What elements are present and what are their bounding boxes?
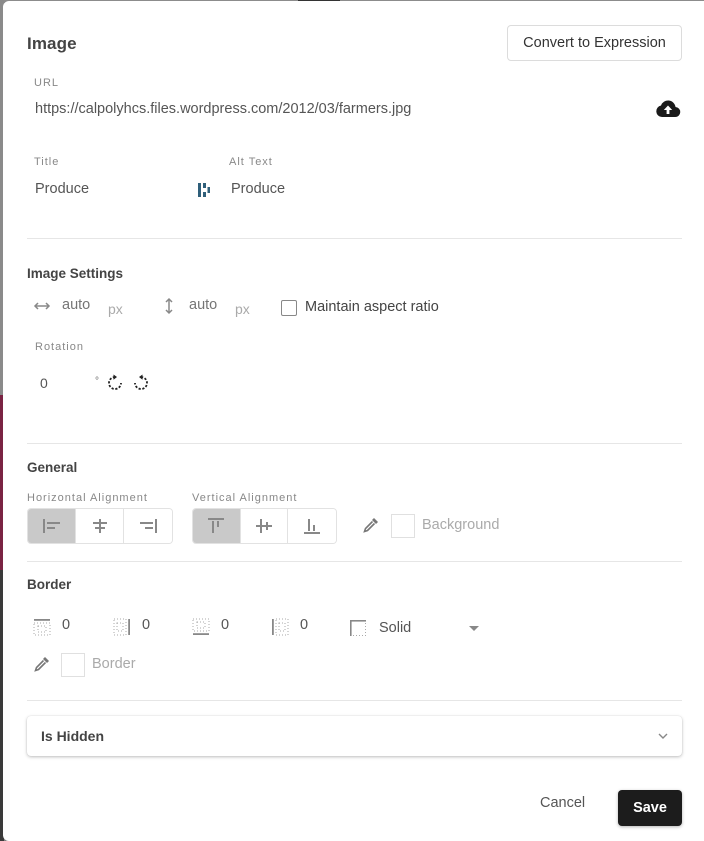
border-left-input[interactable] [300, 617, 330, 633]
border-style-value: Solid [379, 620, 412, 636]
modal-title: Image [27, 34, 77, 53]
border-top-input[interactable] [62, 617, 92, 633]
maintain-aspect-ratio-checkbox[interactable] [281, 300, 297, 316]
url-input[interactable] [35, 101, 635, 117]
rotation-label: Rotation [35, 341, 84, 353]
divider [27, 561, 682, 562]
border-left-icon [272, 618, 289, 636]
vertical-alignment-group [192, 508, 337, 544]
align-left-button[interactable] [28, 509, 76, 543]
is-hidden-panel[interactable]: Is Hidden [27, 716, 682, 756]
height-input[interactable] [189, 297, 229, 313]
align-left-icon [42, 519, 60, 533]
convert-to-expression-button[interactable]: Convert to Expression [507, 25, 682, 61]
border-style-select[interactable]: Solid [349, 615, 489, 641]
width-unit: px [108, 301, 123, 317]
rotate-counterclockwise-icon[interactable] [132, 374, 150, 392]
cloud-upload-icon[interactable] [655, 99, 681, 119]
chevron-down-icon [658, 733, 668, 739]
height-arrows-icon [165, 297, 173, 315]
url-label: URL [34, 77, 60, 89]
horizontal-alignment-group [27, 508, 173, 544]
height-unit: px [235, 301, 250, 317]
image-settings-modal: Image Convert to Expression URL Title Al… [3, 1, 704, 841]
title-label: Title [34, 156, 60, 168]
title-input[interactable] [35, 181, 185, 197]
border-bottom-icon [192, 618, 210, 635]
align-top-icon [208, 518, 225, 533]
cancel-button[interactable]: Cancel [540, 795, 585, 811]
dropdown-caret-icon [469, 625, 479, 631]
align-middle-button[interactable] [240, 509, 289, 543]
eyedropper-icon[interactable] [362, 516, 380, 534]
align-right-icon [140, 519, 157, 533]
align-bottom-icon [304, 519, 321, 534]
link-toggle-icon[interactable] [197, 181, 211, 199]
eyedropper-icon[interactable] [33, 655, 51, 673]
align-right-button[interactable] [124, 509, 172, 543]
general-heading: General [27, 460, 78, 475]
maintain-aspect-ratio-label[interactable]: Maintain aspect ratio [305, 299, 439, 315]
border-color-label: Border [92, 656, 136, 672]
rotation-unit: ° [95, 376, 99, 387]
background-color-swatch[interactable] [391, 514, 415, 538]
background-label: Background [422, 517, 500, 533]
align-center-button[interactable] [76, 509, 124, 543]
divider [27, 700, 682, 701]
rotation-input[interactable] [40, 375, 90, 391]
horizontal-alignment-label: Horizontal Alignment [27, 492, 148, 504]
border-right-input[interactable] [142, 617, 172, 633]
rotate-clockwise-icon[interactable] [106, 374, 124, 392]
divider [27, 238, 682, 239]
border-top-icon [33, 619, 51, 636]
align-top-button[interactable] [193, 509, 241, 543]
image-settings-heading: Image Settings [27, 266, 124, 281]
save-button[interactable]: Save [618, 790, 682, 826]
align-center-icon [92, 519, 107, 533]
alt-text-input[interactable] [231, 181, 431, 197]
border-heading: Border [27, 577, 72, 592]
border-color-swatch[interactable] [61, 653, 85, 677]
border-style-icon [350, 620, 366, 636]
alt-text-label: Alt Text [229, 156, 273, 168]
width-arrows-icon [33, 302, 51, 310]
border-right-icon [113, 618, 130, 636]
divider [27, 443, 682, 444]
width-input[interactable] [62, 297, 102, 313]
align-middle-icon [256, 519, 272, 533]
vertical-alignment-label: Vertical Alignment [192, 492, 298, 504]
border-bottom-input[interactable] [221, 617, 251, 633]
is-hidden-label: Is Hidden [41, 728, 105, 744]
align-bottom-button[interactable] [288, 509, 336, 543]
